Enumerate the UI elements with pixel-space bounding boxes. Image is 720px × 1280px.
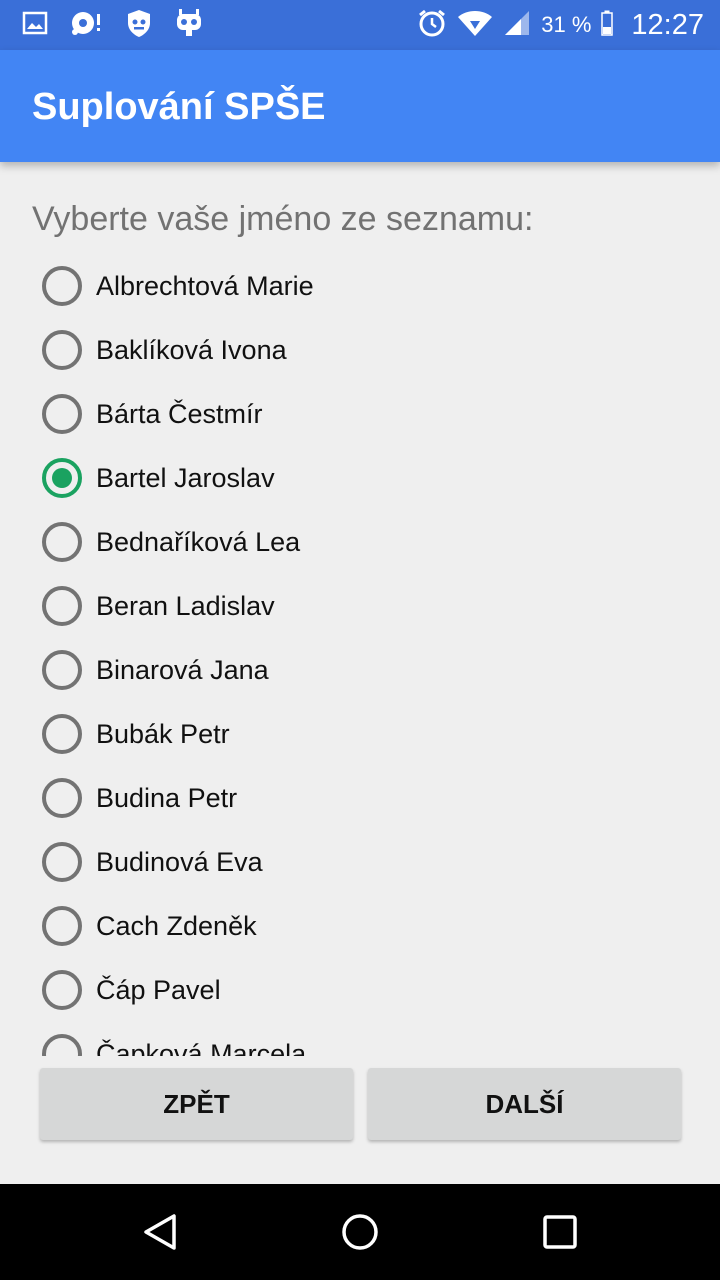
name-selection-content: Vyberte vaše jméno ze seznamu: Albrechto… (0, 162, 720, 1056)
radio-unchecked-icon[interactable] (42, 778, 82, 818)
name-radio-option[interactable]: Binarová Jana (42, 638, 682, 702)
back-button[interactable]: ZPĚT (40, 1068, 353, 1140)
name-radio-option[interactable]: Čapková Marcela (42, 1022, 682, 1056)
prompt-text: Vyberte vaše jméno ze seznamu: (32, 200, 534, 238)
image-icon (22, 10, 48, 41)
name-radio-option[interactable]: Bárta Čestmír (42, 382, 682, 446)
radio-unchecked-icon[interactable] (42, 586, 82, 626)
battery-percent: 31 % (541, 12, 592, 37)
name-radio-option[interactable]: Baklíková Ivona (42, 318, 682, 382)
radio-unchecked-icon[interactable] (42, 1034, 82, 1056)
cyanogen-icon (174, 8, 204, 43)
radio-unchecked-icon[interactable] (42, 842, 82, 882)
radio-checked-icon[interactable] (42, 458, 82, 498)
radio-label: Albrechtová Marie (96, 270, 314, 301)
name-radio-option[interactable]: Bednaříková Lea (42, 510, 682, 574)
battery-icon (601, 10, 614, 41)
radio-label: Čáp Pavel (96, 974, 221, 1005)
android-debug-icon (70, 8, 104, 43)
button-bar: ZPĚT DALŠÍ (0, 1068, 720, 1142)
home-nav-icon[interactable] (340, 1212, 380, 1252)
radio-label: Binarová Jana (96, 654, 269, 685)
radio-label: Budina Petr (96, 782, 238, 813)
radio-label: Čapková Marcela (96, 1038, 307, 1057)
status-right-icons: 31 % 12:27 (417, 0, 704, 50)
status-time: 12:27 (631, 8, 704, 41)
radio-label: Bartel Jaroslav (96, 462, 275, 493)
name-radio-option[interactable]: Bubák Petr (42, 702, 682, 766)
radio-label: Beran Ladislav (96, 590, 275, 621)
radio-unchecked-icon[interactable] (42, 714, 82, 754)
radio-unchecked-icon[interactable] (42, 970, 82, 1010)
recents-nav-icon[interactable] (540, 1212, 580, 1252)
radio-label: Bubák Petr (96, 718, 230, 749)
signal-icon (503, 9, 531, 42)
radio-unchecked-icon[interactable] (42, 394, 82, 434)
app-bar: Suplování SPŠE (0, 50, 720, 162)
status-left-icons (22, 8, 204, 43)
radio-unchecked-icon[interactable] (42, 906, 82, 946)
alarm-icon (417, 8, 447, 43)
radio-label: Bednaříková Lea (96, 526, 301, 557)
name-radio-list[interactable]: Albrechtová Marie Baklíková Ivona Bárta Če… (42, 254, 682, 1056)
back-nav-icon[interactable] (140, 1212, 180, 1252)
radio-unchecked-icon[interactable] (42, 650, 82, 690)
radio-label: Cach Zdeněk (96, 910, 257, 941)
name-radio-option[interactable]: Bartel Jaroslav (42, 446, 682, 510)
radio-label: Baklíková Ivona (96, 334, 287, 365)
wifi-icon (457, 9, 493, 42)
next-button[interactable]: DALŠÍ (368, 1068, 681, 1140)
name-radio-option[interactable]: Cach Zdeněk (42, 894, 682, 958)
status-bar: 31 % 12:27 (0, 0, 720, 50)
name-radio-option[interactable]: Čáp Pavel (42, 958, 682, 1022)
name-radio-option[interactable]: Albrechtová Marie (42, 254, 682, 318)
radio-unchecked-icon[interactable] (42, 330, 82, 370)
shield-icon (126, 8, 152, 43)
app-title: Suplování SPŠE (32, 86, 326, 128)
name-radio-option[interactable]: Beran Ladislav (42, 574, 682, 638)
radio-unchecked-icon[interactable] (42, 522, 82, 562)
navigation-bar (0, 1184, 720, 1280)
radio-unchecked-icon[interactable] (42, 266, 82, 306)
radio-label: Budinová Eva (96, 846, 263, 877)
name-radio-option[interactable]: Budinová Eva (42, 830, 682, 894)
radio-label: Bárta Čestmír (96, 398, 263, 429)
name-radio-option[interactable]: Budina Petr (42, 766, 682, 830)
